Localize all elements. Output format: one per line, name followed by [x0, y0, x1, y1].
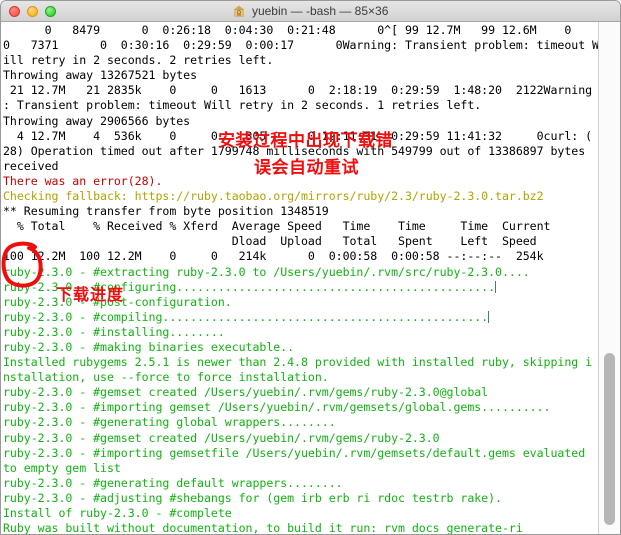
terminal-line: ruby-2.3.0 - #importing gemsetfile /User… [3, 445, 586, 460]
terminal-line: ruby-2.3.0 - #post-configuration. [3, 294, 232, 309]
window-title-text: yuebin — -bash — 85×36 [251, 4, 389, 18]
terminal-line: There was an error(28). [3, 173, 163, 188]
terminal-line: ill retry in 2 seconds. 2 retries left. [3, 53, 274, 68]
terminal-body[interactable]: 0 8479 0 0:26:18 0:04:30 0:21:48 0^[ 99 … [1, 22, 620, 535]
terminal-line: ** Resuming transfer from byte position … [3, 204, 329, 219]
terminal-line: to empty gem list [3, 460, 121, 475]
terminal-line: received [3, 158, 59, 173]
terminal-line: Installed rubygems 2.5.1 is newer than 2… [3, 355, 593, 370]
maximize-button[interactable] [45, 5, 56, 17]
terminal-line: Throwing away 2906566 bytes [3, 113, 191, 128]
home-lock-icon [233, 3, 245, 24]
minimize-button[interactable] [27, 5, 38, 17]
terminal-line: 4 12.7M 4 536k 0 0 305 0 12:11:31 0:29:5… [3, 128, 593, 143]
terminal-line: ruby-2.3.0 - #compiling.................… [3, 309, 490, 324]
terminal-line: Ruby was built without documentation, to… [3, 521, 523, 535]
terminal-output: 0 8479 0 0:26:18 0:04:30 0:21:48 0^[ 99 … [3, 23, 600, 535]
terminal-line: Throwing away 13267521 bytes [3, 68, 198, 83]
terminal-line: 0 7371 0 0:30:16 0:29:59 0:00:17 0Warnin… [3, 38, 599, 53]
traffic-light-buttons [1, 5, 56, 17]
terminal-line: 0 8479 0 0:26:18 0:04:30 0:21:48 0^[ 99 … [3, 23, 572, 37]
terminal-line: Dload Upload Total Spent Left Speed [3, 234, 537, 249]
terminal-line: % Total % Received % Xferd Average Speed… [3, 219, 551, 234]
terminal-line: 100 12.2M 100 12.2M 0 0 214k 0 0:00:58 0… [3, 249, 544, 264]
terminal-line: ruby-2.3.0 - #making binaries executable… [3, 339, 295, 354]
terminal-line: 21 12.7M 21 2835k 0 0 1613 0 2:18:19 0:2… [3, 83, 593, 98]
terminal-line: ruby-2.3.0 - #gemset created /Users/yueb… [3, 385, 489, 400]
scrollbar-thumb[interactable] [604, 353, 615, 525]
terminal-line: ruby-2.3.0 - #configuring...............… [3, 279, 497, 294]
line-wrap-indicator [495, 280, 497, 293]
window-titlebar[interactable]: yuebin — -bash — 85×36 [1, 1, 620, 22]
line-wrap-indicator [488, 310, 490, 323]
terminal-line: ruby-2.3.0 - #importing gemset /Users/yu… [3, 400, 551, 415]
terminal-window: yuebin — -bash — 85×36 0 8479 0 0:26:18 … [0, 0, 621, 535]
terminal-line: ruby-2.3.0 - #adjusting #shebangs for (g… [3, 490, 502, 505]
window-title: yuebin — -bash — 85×36 [1, 1, 620, 22]
terminal-line: ruby-2.3.0 - #generating global wrappers… [3, 415, 336, 430]
close-button[interactable] [9, 5, 20, 17]
terminal-line: ruby-2.3.0 - #generating default wrapper… [3, 475, 343, 490]
vertical-scrollbar[interactable] [598, 22, 620, 534]
terminal-line: 28) Operation timed out after 1799748 mi… [3, 143, 586, 158]
terminal-line: Checking fallback: https://ruby.taobao.o… [3, 189, 544, 204]
terminal-line: ruby-2.3.0 - #gemset created /Users/yueb… [3, 430, 440, 445]
terminal-line: ruby-2.3.0 - #installing........ [3, 324, 225, 339]
terminal-line: : Transient problem: timeout Will retry … [3, 98, 482, 113]
terminal-line: ruby-2.3.0 - #extracting ruby-2.3.0 to /… [3, 264, 530, 279]
terminal-line: nstallation, use --force to force instal… [3, 370, 329, 385]
terminal-line: Install of ruby-2.3.0 - #complete [3, 506, 232, 520]
